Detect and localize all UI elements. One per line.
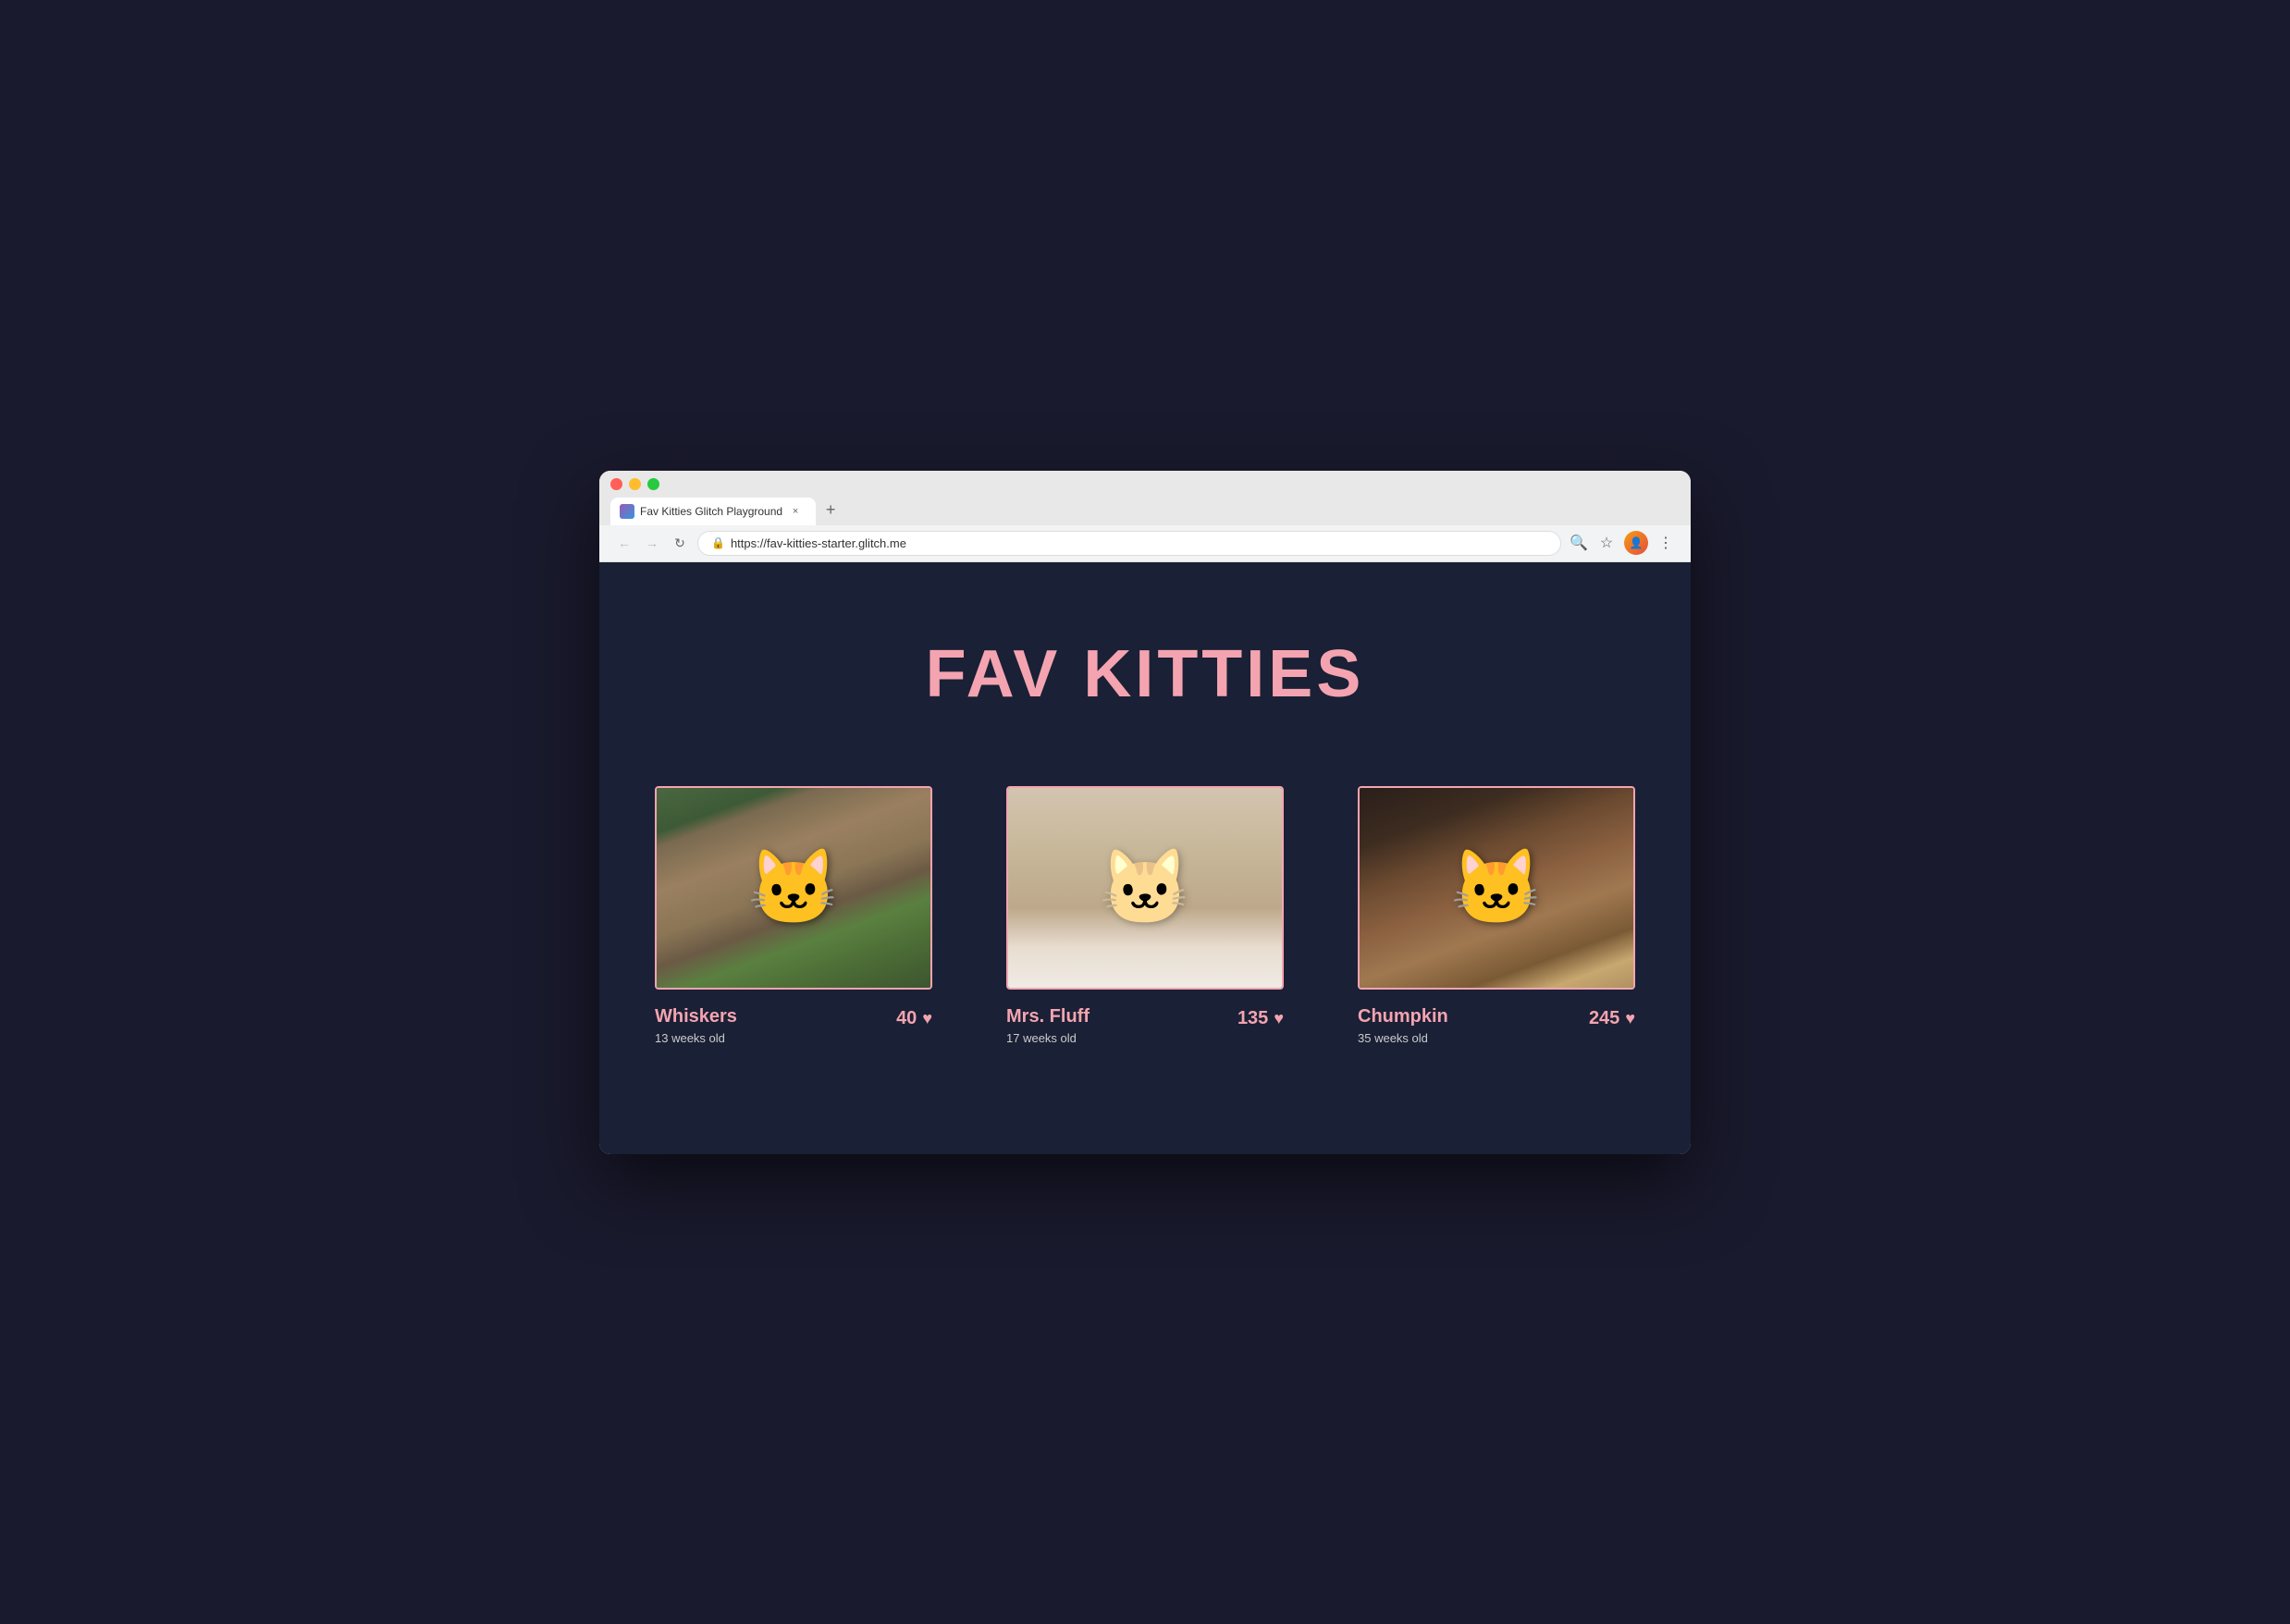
reload-button[interactable]: ↻ — [670, 533, 690, 553]
kitty-age-whiskers: 13 weeks old — [655, 1031, 737, 1045]
tab-close-button[interactable]: × — [788, 504, 803, 519]
kitty-info-chumpkin: Chumpkin 35 weeks old 245 ♥ — [1358, 1006, 1635, 1045]
url-bar[interactable]: 🔒 https://fav-kitties-starter.glitch.me — [697, 531, 1561, 556]
heart-icon-whiskers: ♥ — [922, 1009, 932, 1028]
kitty-card-mrs-fluff: Mrs. Fluff 17 weeks old 135 ♥ — [1006, 786, 1284, 1045]
reload-icon: ↻ — [674, 535, 685, 551]
title-bar: Fav Kitties Glitch Playground × + — [599, 471, 1691, 525]
address-bar: ← → ↻ 🔒 https://fav-kitties-starter.glit… — [599, 525, 1691, 562]
kitty-info-mrs-fluff: Mrs. Fluff 17 weeks old 135 ♥ — [1006, 1006, 1284, 1045]
kitty-text-whiskers: Whiskers 13 weeks old — [655, 1006, 737, 1045]
kitty-image-whiskers[interactable] — [655, 786, 932, 990]
kitty-name-mrs-fluff: Mrs. Fluff — [1006, 1006, 1090, 1027]
profile-avatar[interactable]: 👤 — [1624, 531, 1648, 555]
kitty-votes-mrs-fluff[interactable]: 135 ♥ — [1237, 1008, 1284, 1029]
toolbar-right: 🔍 ☆ 👤 ⋮ — [1569, 531, 1676, 555]
kitty-age-mrs-fluff: 17 weeks old — [1006, 1031, 1090, 1045]
vote-count-chumpkin: 245 — [1589, 1008, 1619, 1029]
minimize-button[interactable] — [629, 478, 641, 490]
new-tab-button[interactable]: + — [818, 498, 843, 523]
search-button[interactable]: 🔍 — [1569, 533, 1589, 553]
back-button[interactable]: ← — [614, 533, 634, 553]
kitty-name-whiskers: Whiskers — [655, 1006, 737, 1027]
tabs-row: Fav Kitties Glitch Playground × + — [610, 498, 1680, 525]
browser-window: Fav Kitties Glitch Playground × + ← → ↻ … — [599, 471, 1691, 1154]
page-content: FAV KITTIES Whiskers 13 weeks old 40 ♥ — [599, 562, 1691, 1154]
bookmark-button[interactable]: ☆ — [1596, 533, 1617, 553]
kitty-name-chumpkin: Chumpkin — [1358, 1006, 1448, 1027]
kitty-text-chumpkin: Chumpkin 35 weeks old — [1358, 1006, 1448, 1045]
active-tab[interactable]: Fav Kitties Glitch Playground × — [610, 498, 816, 525]
kitty-image-chumpkin[interactable] — [1358, 786, 1635, 990]
kitties-grid: Whiskers 13 weeks old 40 ♥ Mrs. Fluff — [655, 786, 1635, 1045]
heart-icon-chumpkin: ♥ — [1625, 1009, 1635, 1028]
cat-photo-chumpkin — [1360, 788, 1633, 988]
kitty-card-whiskers: Whiskers 13 weeks old 40 ♥ — [655, 786, 932, 1045]
kitty-votes-chumpkin[interactable]: 245 ♥ — [1589, 1008, 1635, 1029]
kitty-image-mrs-fluff[interactable] — [1006, 786, 1284, 990]
maximize-button[interactable] — [647, 478, 659, 490]
forward-icon: → — [646, 535, 659, 550]
page-title: FAV KITTIES — [926, 636, 1365, 712]
kitty-text-mrs-fluff: Mrs. Fluff 17 weeks old — [1006, 1006, 1090, 1045]
lock-icon: 🔒 — [711, 536, 725, 549]
vote-count-mrs-fluff: 135 — [1237, 1008, 1268, 1029]
cat-photo-whiskers — [657, 788, 930, 988]
tab-favicon — [620, 504, 634, 519]
vote-count-whiskers: 40 — [896, 1008, 917, 1029]
url-text: https://fav-kitties-starter.glitch.me — [731, 536, 906, 550]
menu-button[interactable]: ⋮ — [1656, 533, 1676, 553]
forward-button[interactable]: → — [642, 533, 662, 553]
traffic-lights — [610, 478, 1680, 490]
cat-photo-mrs-fluff — [1008, 788, 1282, 988]
kitty-age-chumpkin: 35 weeks old — [1358, 1031, 1448, 1045]
heart-icon-mrs-fluff: ♥ — [1274, 1009, 1284, 1028]
close-button[interactable] — [610, 478, 622, 490]
kitty-info-whiskers: Whiskers 13 weeks old 40 ♥ — [655, 1006, 932, 1045]
kitty-votes-whiskers[interactable]: 40 ♥ — [896, 1008, 932, 1029]
kitty-card-chumpkin: Chumpkin 35 weeks old 245 ♥ — [1358, 786, 1635, 1045]
tab-title-text: Fav Kitties Glitch Playground — [640, 505, 782, 518]
back-icon: ← — [618, 535, 631, 550]
